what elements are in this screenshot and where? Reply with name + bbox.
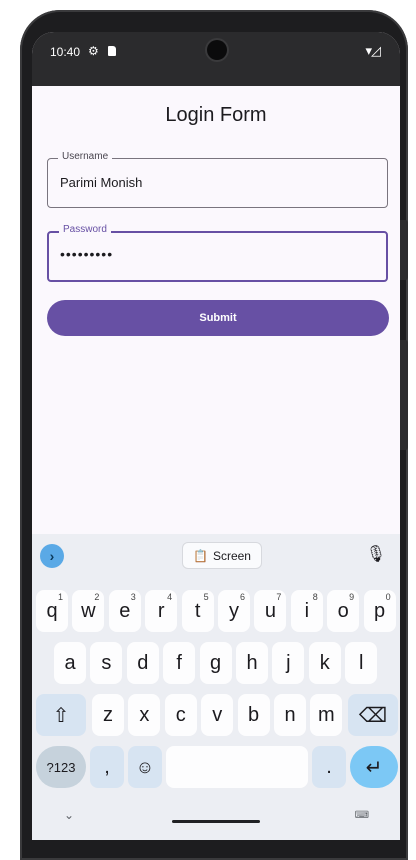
wifi-signal-icon: ▾◿ [365,43,381,58]
key-n[interactable]: n [274,694,306,736]
key-i[interactable]: i8 [290,590,323,632]
clipboard-chip-label: Screen [212,548,251,563]
key-label: x [139,703,150,726]
navigation-bar: ⌄ ⌨ [32,802,400,840]
key-label: p [374,599,386,622]
key-hint: 2 [94,592,100,602]
emoji-key[interactable]: ☺ [128,746,162,788]
device-screen: 10:40 ⚙ ▾◿ Login Form Username Parimi Mo… [32,32,400,840]
username-value: Parimi Monish [60,175,143,190]
on-screen-keyboard: › 📋 Screen 🎙 q1w2e3r4t5y6u7i8o9p0 asdfgh… [32,534,400,840]
key-c[interactable]: c [164,694,197,736]
space-key[interactable] [166,746,308,788]
backspace-key[interactable]: ⌫ [348,694,398,736]
clipboard-suggestion-chip[interactable]: 📋 Screen [182,542,262,569]
comma-key[interactable]: , [90,746,124,788]
key-hint: 5 [203,592,209,602]
front-camera [207,40,227,60]
key-j[interactable]: j [272,642,305,684]
sd-card-icon [108,46,116,56]
key-hint: 9 [349,592,355,602]
key-label: c [175,703,186,726]
key-hint: 1 [57,592,63,602]
status-time: 10:40 [50,45,81,59]
key-z[interactable]: z [92,694,124,736]
key-label: b [248,703,260,726]
key-label: j [286,651,291,674]
key-g[interactable]: g [199,642,232,684]
password-label: Password [59,224,111,235]
keyboard-toolbar: › 📋 Screen 🎙 [32,534,400,576]
key-label: z [103,703,113,726]
username-field[interactable]: Username Parimi Monish [47,151,388,208]
key-label: k [319,651,330,674]
key-label: y [229,599,239,622]
status-bar: 10:40 ⚙ ▾◿ [32,32,400,86]
key-p[interactable]: p0 [363,590,396,632]
key-hint: 7 [276,592,282,602]
key-label: u [264,599,276,622]
expand-toolbar-icon[interactable]: › [40,544,64,568]
key-label: i [304,599,310,622]
key-x[interactable]: x [128,694,161,736]
password-field[interactable]: Password ••••••••• [47,224,388,282]
key-hint: 8 [312,592,318,602]
key-q[interactable]: q1 [36,590,68,632]
key-label: m [318,703,335,726]
key-label: o [337,599,349,622]
key-l[interactable]: l [345,642,378,684]
key-label: e [119,599,131,622]
key-label: a [64,651,76,674]
key-e[interactable]: e3 [108,590,141,632]
key-label: v [212,703,223,726]
key-label: n [284,703,296,726]
volume-button [400,220,408,280]
key-label: w [81,599,96,622]
key-f[interactable]: f [163,642,196,684]
symbols-key[interactable]: ?123 [36,746,86,788]
key-v[interactable]: v [201,694,234,736]
key-label: h [246,651,258,674]
key-s[interactable]: s [90,642,123,684]
enter-key[interactable]: ↵ [350,746,398,788]
key-r[interactable]: r4 [145,590,178,632]
key-hint: 4 [167,592,173,602]
key-hint: 6 [239,592,245,602]
microphone-icon[interactable]: 🎙 [366,544,386,564]
key-label: d [137,651,149,674]
key-label: s [101,651,112,674]
key-label: r [157,599,165,622]
key-m[interactable]: m [310,694,343,736]
key-k[interactable]: k [308,642,341,684]
key-d[interactable]: d [126,642,159,684]
key-hint: 3 [130,592,136,602]
page-title: Login Form [165,104,267,126]
settings-icon: ⚙ [88,44,99,58]
key-a[interactable]: a [54,642,86,684]
username-label: Username [58,151,113,162]
key-t[interactable]: t5 [181,590,214,632]
keyboard-switch-icon[interactable]: ⌨ [355,810,370,821]
key-b[interactable]: b [237,694,270,736]
key-label: g [210,651,222,674]
key-w[interactable]: w2 [72,590,105,632]
key-label: f [176,651,182,674]
key-o[interactable]: o9 [327,590,360,632]
submit-button[interactable]: Submit [47,300,389,336]
clipboard-icon: 📋 [193,548,208,563]
hide-keyboard-icon[interactable]: ⌄ [64,808,74,822]
key-u[interactable]: u7 [254,590,287,632]
shift-key[interactable]: ⇧ [36,694,86,736]
key-label: l [358,651,364,674]
key-hint: 0 [385,592,391,602]
key-h[interactable]: h [236,642,268,684]
key-label: q [46,599,58,622]
power-button [400,340,408,450]
key-y[interactable]: y6 [218,590,250,632]
key-label: t [194,599,201,622]
period-key[interactable]: . [312,746,346,788]
home-indicator[interactable] [172,820,260,823]
password-value: ••••••••• [60,246,114,262]
